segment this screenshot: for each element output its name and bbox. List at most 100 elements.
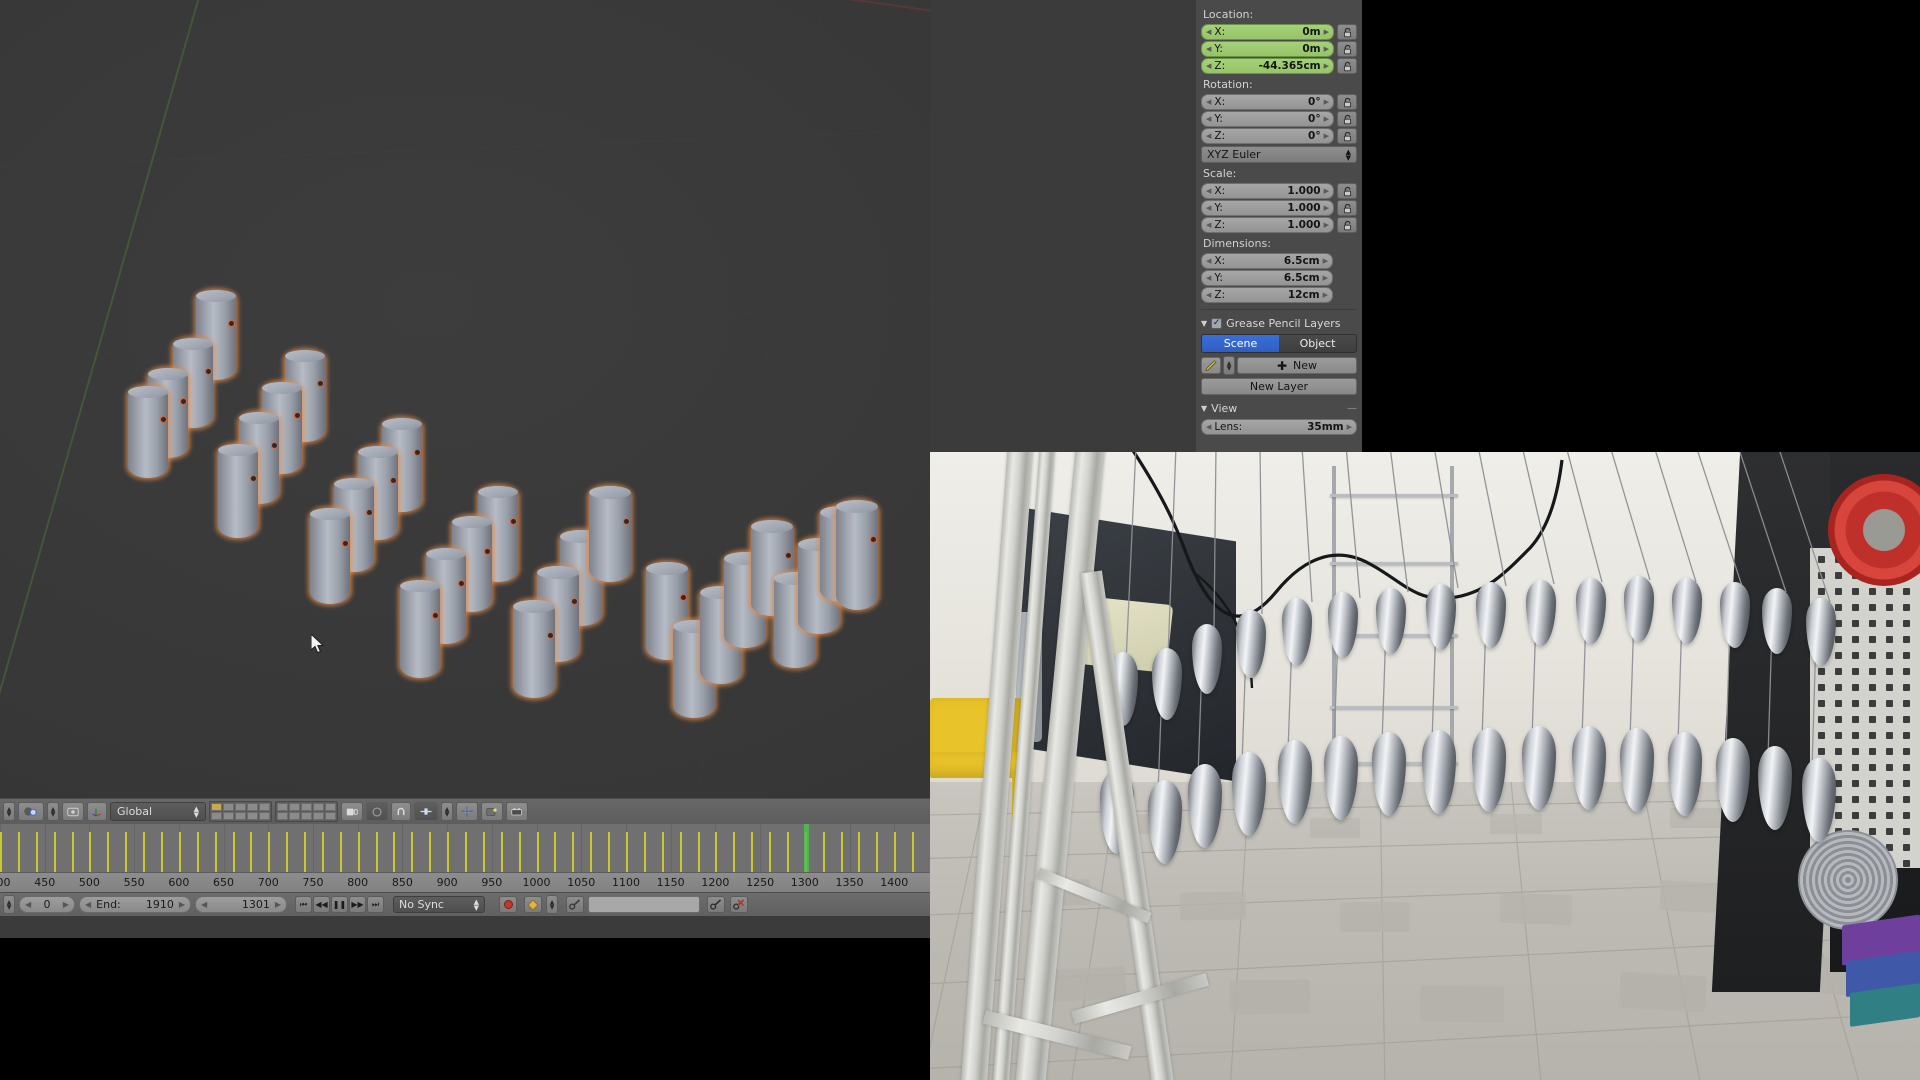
keyframe-marker[interactable]: [232, 832, 235, 872]
keyframe-marker[interactable]: [214, 832, 217, 872]
decrement-arrow[interactable]: ◀: [1206, 291, 1211, 299]
decrement-arrow[interactable]: ◀: [85, 900, 91, 909]
keyframe-marker[interactable]: [53, 832, 56, 872]
viewport-shading-icon[interactable]: [62, 802, 84, 821]
grease-pencil-data-spinner[interactable]: ▲ ▼: [1223, 356, 1235, 375]
lock-location-z-icon[interactable]: [1337, 58, 1357, 74]
cylinder-collection[interactable]: [0, 0, 930, 798]
increment-arrow[interactable]: ▶: [1324, 62, 1329, 70]
editor-type-spinner-timeline[interactable]: ▲ ▼: [3, 895, 15, 914]
keyframe-marker[interactable]: [751, 832, 754, 872]
lock-location-y-icon[interactable]: [1337, 41, 1357, 57]
chevron-down-icon[interactable]: ▼: [1201, 404, 1207, 413]
increment-arrow[interactable]: ▶: [1323, 257, 1328, 265]
keyframe-marker[interactable]: [608, 832, 611, 872]
layer-toggle-0-4[interactable]: [325, 803, 336, 811]
keyframe-marker[interactable]: [482, 832, 485, 872]
increment-arrow[interactable]: ▶: [1324, 98, 1329, 106]
location-y-field[interactable]: ◀ Y: 0m ▶: [1201, 41, 1334, 57]
layer-toggle-0-0[interactable]: [211, 803, 222, 811]
keyframe-marker[interactable]: [715, 832, 718, 872]
transform-orientation-icon[interactable]: [87, 802, 107, 821]
keyframe-marker[interactable]: [321, 832, 324, 872]
increment-arrow[interactable]: ▶: [275, 900, 281, 909]
decrement-arrow[interactable]: ◀: [1206, 62, 1211, 70]
layer-toggle-0-1[interactable]: [223, 803, 234, 811]
keyframe-marker[interactable]: [393, 832, 396, 872]
increment-arrow[interactable]: ▶: [1324, 45, 1329, 53]
keyframe-marker[interactable]: [17, 832, 20, 872]
snap-magnet-icon[interactable]: [391, 802, 411, 821]
object-mode-icon[interactable]: [18, 802, 44, 821]
lock-rotation-x-icon[interactable]: [1337, 94, 1357, 110]
auto-keyframe-record-button[interactable]: [499, 896, 517, 913]
scale-z-field[interactable]: ◀ Z: 1.000 ▶: [1201, 217, 1334, 233]
cylinder-object[interactable]: [126, 384, 170, 480]
layer-toggle-1-0[interactable]: [277, 812, 288, 820]
increment-arrow[interactable]: ▶: [1324, 204, 1329, 212]
layer-toggle-0-3[interactable]: [247, 803, 258, 811]
layer-toggle-0-0[interactable]: [277, 803, 288, 811]
scale-lock-buttons[interactable]: [1337, 183, 1357, 233]
playhead-indicator[interactable]: [803, 824, 809, 872]
lens-field[interactable]: ◀ Lens: 35mm ▶: [1201, 419, 1357, 435]
keyframe-marker[interactable]: [536, 832, 539, 872]
keyframe-marker[interactable]: [339, 832, 342, 872]
keyframe-marker[interactable]: [125, 832, 128, 872]
location-x-field[interactable]: ◀ X: 0m ▶: [1201, 24, 1334, 40]
lock-scale-z-icon[interactable]: [1337, 217, 1357, 233]
keyframe-marker[interactable]: [411, 832, 414, 872]
jump-to-start-button[interactable]: ⏮: [295, 896, 312, 913]
dimensions-x-field[interactable]: ◀ X: 6.5cm ▶: [1201, 253, 1333, 269]
layer-toggle-1-3[interactable]: [247, 812, 258, 820]
layer-toggle-0-2[interactable]: [301, 803, 312, 811]
keyframe-marker[interactable]: [304, 832, 307, 872]
grease-pencil-new-row[interactable]: ▲ ▼ ✚ New: [1201, 356, 1357, 375]
location-fields[interactable]: ◀ X: 0m ▶ ◀ Y: 0m ▶ ◀ Z: -44.365cm ▶: [1201, 24, 1334, 74]
decrement-arrow[interactable]: ◀: [1206, 115, 1211, 123]
play-reverse-button[interactable]: ❚❚: [331, 896, 348, 913]
decrement-arrow[interactable]: ◀: [1206, 187, 1211, 195]
keyframe-marker[interactable]: [679, 832, 682, 872]
keyframe-marker[interactable]: [733, 832, 736, 872]
camera-view-icon[interactable]: [506, 802, 528, 821]
cylinder-object[interactable]: [587, 484, 633, 584]
keyframe-marker[interactable]: [590, 832, 593, 872]
keyframe-marker[interactable]: [858, 832, 861, 872]
keyframe-marker[interactable]: [572, 832, 575, 872]
keying-set-button[interactable]: [524, 896, 542, 913]
new-grease-pencil-button[interactable]: ✚ New: [1237, 357, 1357, 374]
rotation-z-field[interactable]: ◀ Z: 0° ▶: [1201, 128, 1334, 144]
increment-arrow[interactable]: ▶: [1347, 423, 1352, 431]
jump-to-end-button[interactable]: ⏭: [367, 896, 384, 913]
decrement-arrow[interactable]: ◀: [201, 900, 207, 909]
keyframe-marker[interactable]: [286, 832, 289, 872]
scene-layers-block-b[interactable]: [275, 801, 338, 822]
increment-arrow[interactable]: ▶: [179, 900, 185, 909]
grease-pencil-panel-header[interactable]: ▼ ✓ Grease Pencil Layers: [1201, 317, 1357, 330]
current-frame-field[interactable]: ◀ 1301 ▶: [195, 896, 287, 913]
play-button[interactable]: ▶▶: [349, 896, 366, 913]
grease-pencil-brush-icon[interactable]: [1201, 357, 1221, 374]
keyframe-marker[interactable]: [429, 832, 432, 872]
keyframe-marker[interactable]: [196, 832, 199, 872]
lock-rotation-y-icon[interactable]: [1337, 111, 1357, 127]
increment-arrow[interactable]: ▶: [1324, 187, 1329, 195]
increment-arrow[interactable]: ▶: [1324, 115, 1329, 123]
scale-section[interactable]: ◀ X: 1.000 ▶ ◀ Y: 1.000 ▶ ◀ Z: 1.000 ▶: [1201, 183, 1357, 233]
keyframe-marker[interactable]: [268, 832, 271, 872]
keyframe-marker[interactable]: [840, 832, 843, 872]
layer-toggle-1-2[interactable]: [301, 812, 312, 820]
decrement-arrow[interactable]: ◀: [1206, 257, 1211, 265]
gp-tab-scene[interactable]: Scene: [1202, 335, 1279, 352]
render-preview-icon[interactable]: [481, 802, 503, 821]
rotation-section[interactable]: ◀ X: 0° ▶ ◀ Y: 0° ▶ ◀ Z: 0° ▶: [1201, 94, 1357, 144]
rotation-x-field[interactable]: ◀ X: 0° ▶: [1201, 94, 1334, 110]
add-keyframe-icon[interactable]: [707, 896, 725, 913]
keyframe-marker[interactable]: [643, 832, 646, 872]
scale-fields[interactable]: ◀ X: 1.000 ▶ ◀ Y: 1.000 ▶ ◀ Z: 1.000 ▶: [1201, 183, 1334, 233]
frame-end-field[interactable]: ◀ End: 1910 ▶: [79, 896, 191, 913]
keyframe-marker[interactable]: [625, 832, 628, 872]
keying-set-add-icon[interactable]: [566, 896, 584, 913]
keyframe-marker[interactable]: [894, 832, 897, 872]
